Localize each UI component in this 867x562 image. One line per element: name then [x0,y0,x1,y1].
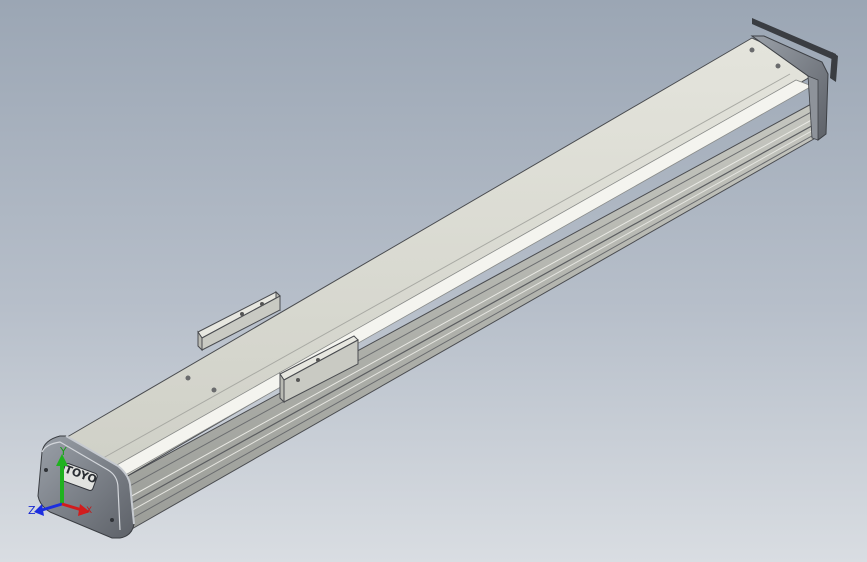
axis-x-label: X [86,506,93,516]
axis-z-label: Z [28,504,36,517]
orientation-triad: Y Z X [24,444,114,534]
axis-y-label: Y [60,445,67,458]
3d-viewport[interactable]: TOYO Y Z X [0,0,867,562]
actuator-model[interactable] [0,0,867,562]
triad-axes-graphic [34,454,90,516]
actuator-body-top [61,37,824,479]
actuator-body-side [123,95,827,531]
